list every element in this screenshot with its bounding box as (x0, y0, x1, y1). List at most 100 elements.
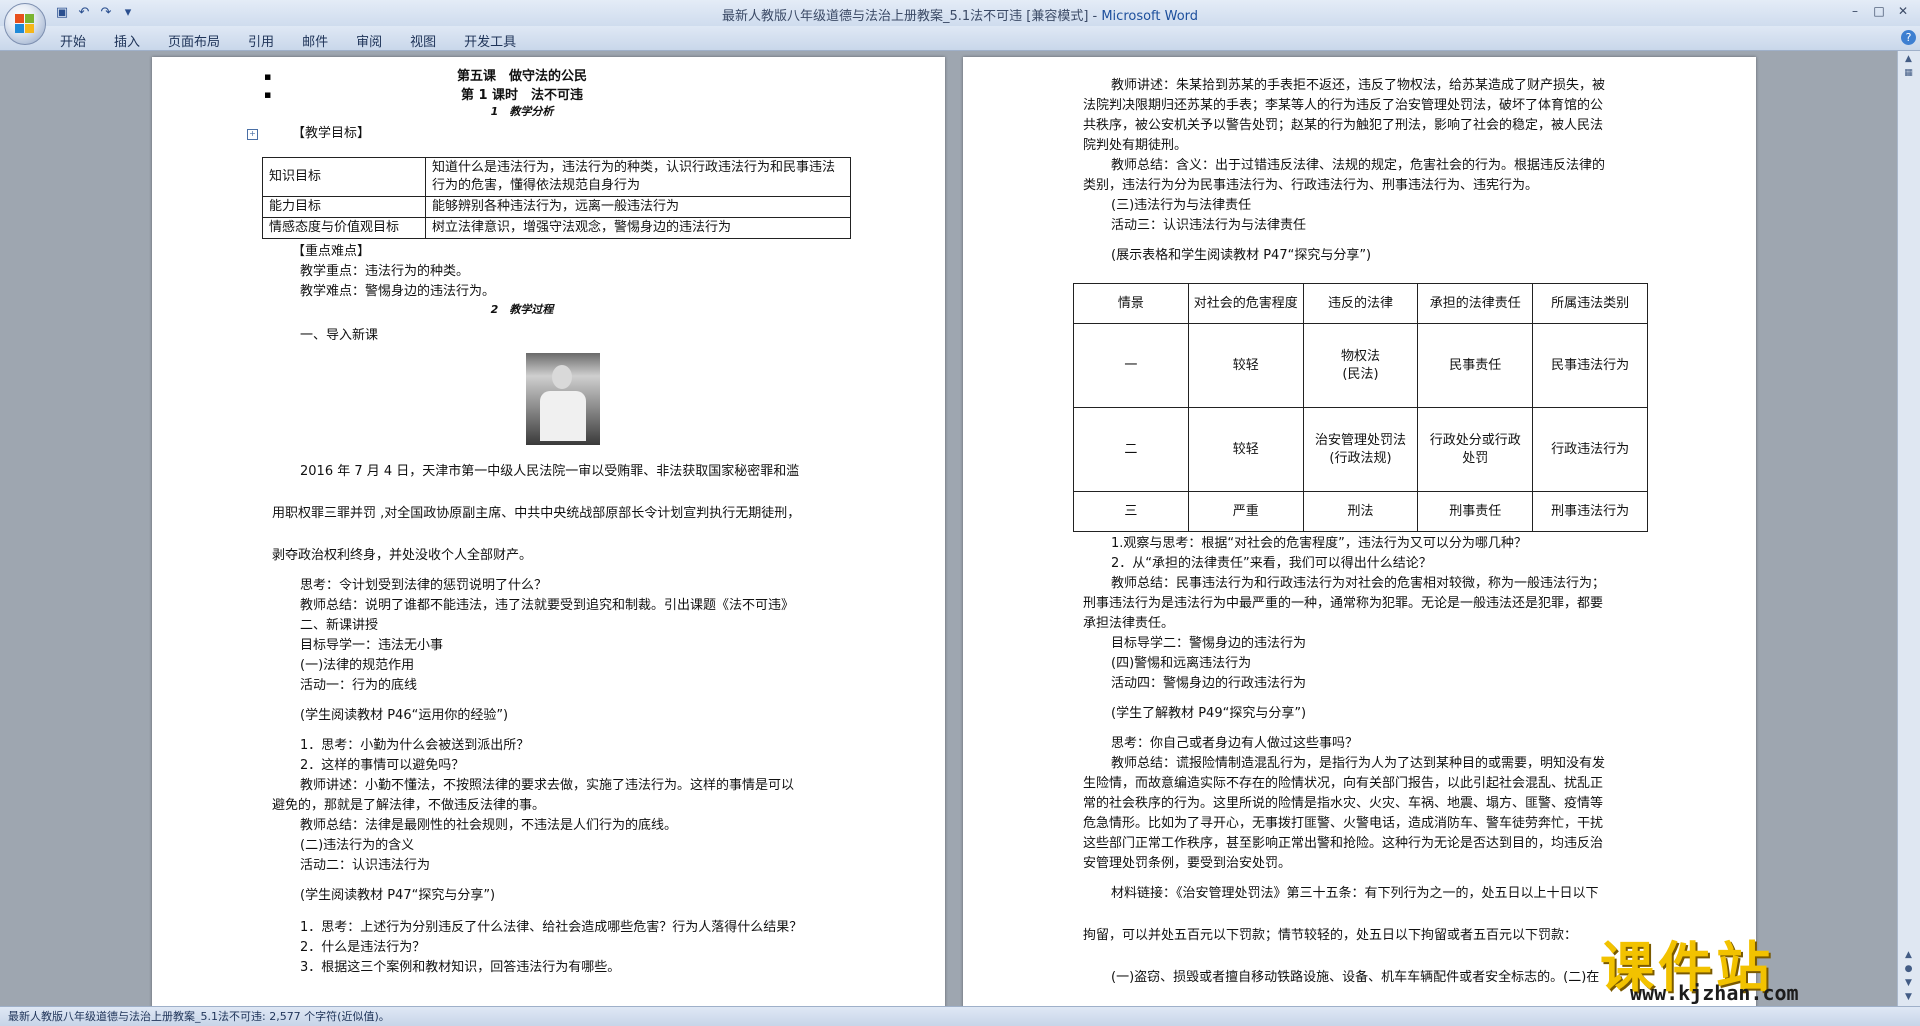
paragraph: 活动四：警惕身边的行政违法行为 (1111, 676, 1307, 691)
close-icon[interactable]: ✕ (1892, 2, 1914, 20)
tab-home[interactable]: 开始 (60, 29, 100, 52)
table-cell[interactable]: 民事责任 (1417, 323, 1534, 408)
table-cell[interactable]: 能力目标 (262, 196, 426, 218)
title-bar: ▣ ↶ ↷ ▾ 最新人教版八年级道德与法治上册教案_5.1法不可违 [兼容模式]… (0, 0, 1920, 26)
paragraph: 危急情形。比如为了寻开心，无事拨打匪警、火警电话，造成消防车、警车徒劳奔忙，干扰 (1083, 816, 1604, 831)
paragraph: 安管理处罚条例，要受到治安处罚。 (1083, 856, 1292, 871)
paragraph: 教师总结：谎报险情制造混乱行为，是指行为人为了达到某种目的或需要，明知没有发 (1111, 756, 1606, 771)
table-cell[interactable]: 二 (1073, 407, 1189, 492)
table-cell[interactable]: 能够辨别各种违法行为，远离一般违法行为 (425, 196, 851, 218)
next-page-icon[interactable]: ▼ (1901, 977, 1916, 989)
key-heading: 【重点难点】 (292, 244, 371, 259)
section-heading: 1 教学分析 (490, 105, 554, 118)
paragraph: 2．什么是违法行为？ (300, 940, 426, 955)
paragraph: (四)警惕和远离违法行为 (1111, 656, 1252, 671)
table-cell[interactable]: 知识目标 (262, 157, 426, 197)
table-cell[interactable]: 情感态度与价值观目标 (262, 217, 426, 239)
maximize-icon[interactable]: □ (1868, 2, 1890, 20)
table-header-cell[interactable]: 情景 (1073, 283, 1189, 324)
minimize-icon[interactable]: – (1844, 2, 1866, 20)
paragraph: 院判处有期徒刑。 (1083, 138, 1188, 153)
table-cell[interactable]: 较轻 (1187, 323, 1304, 408)
table-cell[interactable]: 树立法律意识，增强守法观念，警惕身边的违法行为 (425, 217, 851, 239)
paragraph: 思考：你自己或者身边有人做过这些事吗？ (1111, 736, 1359, 751)
page-left[interactable]: ▪ ▪ 第五课 做守法的公民 第 1 课时 法不可违 1 教学分析 【教学目标】… (152, 57, 945, 1017)
document-title: 最新人教版八年级道德与法治上册教案_5.1法不可违 [兼容模式] - (721, 9, 1102, 24)
ribbon-tabs: 开始 插入 页面布局 引用 邮件 审阅 视图 开发工具 ? (0, 26, 1920, 51)
table-move-handle-icon[interactable]: + (247, 129, 258, 140)
status-bar: 最新人教版八年级道德与法治上册教案_5.1法不可违: 2,577 个字符(近似值… (0, 1006, 1920, 1026)
paragraph: 活动二：认识违法行为 (300, 858, 431, 873)
paragraph: 生险情，而故意编造实际不存在的险情状况，向有关部门报告，以此引起社会混乱、扰乱正 (1083, 776, 1604, 791)
paragraph: 常的社会秩序的行为。这里所说的险情是指水灾、火灾、车祸、地震、塌方、匪警、疫情等 (1083, 796, 1604, 811)
paragraph: 目标导学二：警惕身边的违法行为 (1111, 636, 1307, 651)
bullet-mark: ▪ (264, 70, 272, 83)
paragraph: 教师总结：含义：出于过错违反法律、法规的规定，危害社会的行为。根据违反法律的 (1111, 158, 1606, 173)
table-cell[interactable]: 三 (1073, 491, 1189, 532)
tab-developer[interactable]: 开发工具 (464, 29, 530, 52)
browse-object-icon[interactable]: ● (1901, 963, 1916, 975)
paragraph: 材料链接：《治安管理处罚法》第三十五条：有下列行为之一的，处五日以上十日以下 (1111, 886, 1599, 901)
lesson-title: 第五课 做守法的公民 (456, 69, 587, 84)
paragraph: (一)盗窃、损毁或者擅自移动铁路设施、设备、机车车辆配件或者安全标志的。(二)在 (1111, 970, 1600, 985)
paragraph: (二)违法行为的含义 (300, 838, 415, 853)
table-cell[interactable]: 较轻 (1187, 407, 1304, 492)
bullet-mark: ▪ (264, 88, 272, 101)
table-header-cell[interactable]: 对社会的危害程度 (1187, 283, 1304, 324)
news-photo[interactable] (526, 353, 600, 445)
vertical-scrollbar[interactable]: ▲ ▦ ▲ ● ▼ ▼ (1897, 51, 1920, 1006)
paragraph: 避免的，那就是了解法律，不做违反法律的事。 (272, 798, 546, 813)
table-cell[interactable]: 严重 (1187, 491, 1304, 532)
table-cell[interactable]: 刑事违法行为 (1532, 491, 1648, 532)
table-header-row: 情景 对社会的危害程度 违反的法律 承担的法律责任 所属违法类别 (1073, 283, 1648, 324)
paragraph: 2．从“承担的法律责任”来看，我们可以得出什么结论？ (1111, 556, 1432, 571)
table-cell[interactable]: 治安管理处罚法 (行政法规) (1302, 407, 1419, 492)
previous-page-icon[interactable]: ▲ (1901, 949, 1916, 961)
app-name: Microsoft Word (1101, 9, 1199, 24)
paragraph: (学生阅读教材 P47“探究与分享”) (300, 888, 496, 903)
paragraph: 1.观察与思考：根据“对社会的危害程度”，违法行为又可以分为哪几种？ (1111, 536, 1527, 551)
tab-view[interactable]: 视图 (410, 29, 450, 52)
paragraph: 这些部门正常工作秩序，甚至影响正常出警和抢险。这种行为无论是否达到目的，均违反治 (1083, 836, 1604, 851)
paragraph: (三)违法行为与法律责任 (1111, 198, 1252, 213)
site-watermark: 课件站 www.kjzhan.com (1600, 923, 1900, 1005)
table-header-cell[interactable]: 所属违法类别 (1532, 283, 1648, 324)
tab-mailings[interactable]: 邮件 (302, 29, 342, 52)
intro-heading: 一、导入新课 (300, 328, 379, 343)
table-cell[interactable]: 物权法 (民法) (1302, 323, 1419, 408)
office-logo-icon (15, 14, 35, 34)
key-point: 教学重点：违法行为的种类。 (300, 264, 470, 279)
scroll-down-icon[interactable]: ▼ (1901, 991, 1916, 1003)
table-cell[interactable]: 刑法 (1302, 491, 1419, 532)
goals-table: 知识目标 知道什么是违法行为，违法行为的种类，认识行政违法行为和民事违法行为的危… (262, 157, 851, 239)
paragraph: 2016 年 7 月 4 日，天津市第一中级人民法院一审以受贿罪、非法获取国家秘… (300, 464, 800, 479)
table-cell[interactable]: 一 (1073, 323, 1189, 408)
tab-page-layout[interactable]: 页面布局 (168, 29, 234, 52)
table-cell[interactable]: 知道什么是违法行为，违法行为的种类，认识行政违法行为和民事违法行为的危害，懂得依… (425, 157, 851, 197)
table-cell[interactable]: 民事违法行为 (1532, 323, 1648, 408)
paragraph: 刑事违法行为是违法行为中最严重的一种，通常称为犯罪。无论是一般违法还是犯罪，都要 (1083, 596, 1604, 611)
help-icon[interactable]: ? (1901, 30, 1916, 45)
paragraph: (学生了解教材 P49“探究与分享”) (1111, 706, 1307, 721)
table-cell[interactable]: 行政违法行为 (1532, 407, 1648, 492)
scroll-up-icon[interactable]: ▲ (1901, 53, 1916, 65)
paragraph: 教师讲述：小勤不懂法，不按照法律的要求去做，实施了违法行为。这样的事情是可以 (300, 778, 795, 793)
paragraph: 二、新课讲授 (300, 618, 379, 633)
tab-insert[interactable]: 插入 (114, 29, 154, 52)
table-cell[interactable]: 行政处分或行政 处罚 (1417, 407, 1534, 492)
table-header-cell[interactable]: 承担的法律责任 (1417, 283, 1534, 324)
ruler-toggle-icon[interactable]: ▦ (1901, 67, 1916, 79)
paragraph: 2．这样的事情可以避免吗？ (300, 758, 465, 773)
tab-references[interactable]: 引用 (248, 29, 288, 52)
paragraph: 法院判决限期归还苏某的手表；李某等人的行为违反了治安管理处罚法，破坏了体育馆的公 (1083, 98, 1604, 113)
tab-review[interactable]: 审阅 (356, 29, 396, 52)
table-row: 知识目标 知道什么是违法行为，违法行为的种类，认识行政违法行为和民事违法行为的危… (262, 157, 851, 197)
table-header-cell[interactable]: 违反的法律 (1302, 283, 1419, 324)
paragraph: 剥夺政治权利终身，并处没收个人全部财产。 (272, 548, 533, 563)
paragraph: 用职权罪三罪并罚 ,对全国政协原副主席、中共中央统战部原部长令计划宣判执行无期徒… (272, 506, 801, 521)
office-button[interactable] (4, 3, 46, 45)
table-cell[interactable]: 刑事责任 (1417, 491, 1534, 532)
law-table: 情景 对社会的危害程度 违反的法律 承担的法律责任 所属违法类别 一 较轻 物权… (1073, 283, 1648, 532)
page-right[interactable]: 教师讲述：朱某拾到苏某的手表拒不返还，违反了物权法，给苏某造成了财产损失，被 法… (963, 57, 1756, 1017)
table-row: 情感态度与价值观目标 树立法律意识，增强守法观念，警惕身边的违法行为 (262, 217, 851, 239)
